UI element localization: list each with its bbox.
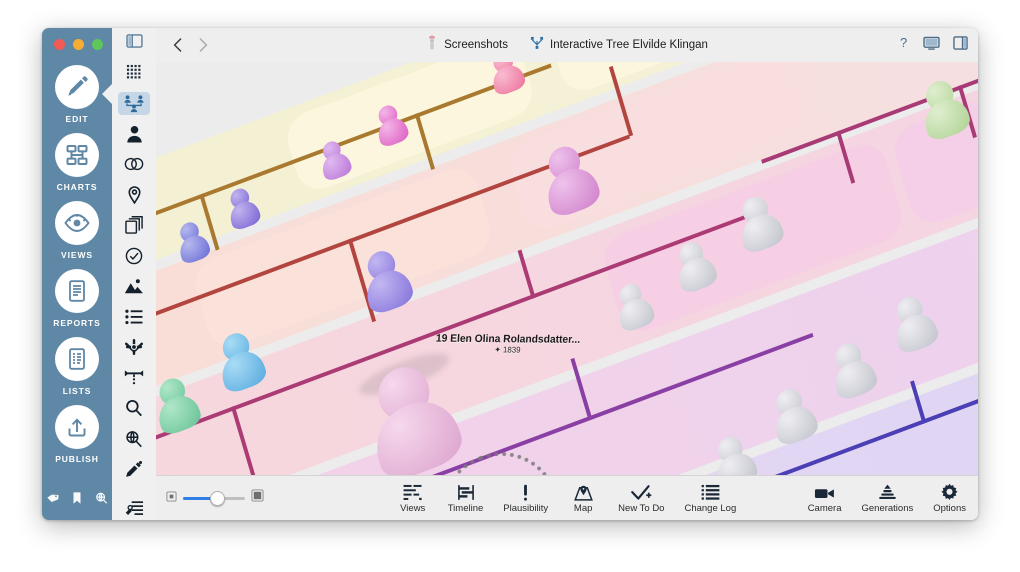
views-icon xyxy=(403,482,423,501)
tool-label: Views xyxy=(400,503,426,514)
tool-label: Options xyxy=(933,503,966,514)
tool-label: Camera xyxy=(807,503,842,514)
breadcrumb-label: Screenshots xyxy=(444,39,509,51)
sidebar-item-lists[interactable]: LISTS xyxy=(42,332,112,400)
person-icon[interactable] xyxy=(118,123,150,146)
new-todo-button[interactable]: New To Do xyxy=(618,482,664,514)
generations-button[interactable]: Generations xyxy=(861,482,913,514)
bottom-tools-right: Camera Generations Options xyxy=(808,482,966,514)
document-icon xyxy=(55,268,99,313)
breadcrumb-item-screenshots[interactable]: Screenshots xyxy=(426,35,508,55)
sidebar-item-label: EDIT xyxy=(65,113,89,124)
tree-stage: 1754 - 1778 1806 1822 - 1845 1877 1920 -… xyxy=(156,62,978,476)
sidebar-item-publish[interactable]: PUBLISH xyxy=(42,400,112,468)
top-toolbar: Screenshots Interactive Tree Elvilde Kli… xyxy=(156,28,978,63)
zoom-window-button[interactable] xyxy=(92,39,103,50)
task-check-icon[interactable] xyxy=(118,245,150,268)
inspector-icon[interactable] xyxy=(953,35,968,55)
tool-label: Plausibility xyxy=(503,503,549,514)
list-icon[interactable] xyxy=(118,306,150,329)
sidebar-item-label: LISTS xyxy=(62,385,92,396)
chart-icon xyxy=(55,132,99,177)
sidebar-item-charts[interactable]: CHARTS xyxy=(42,128,112,196)
icon-strip xyxy=(112,28,157,520)
sidebar-item-label: CHARTS xyxy=(56,181,98,192)
dna-icon[interactable] xyxy=(118,336,150,359)
screenshots-icon xyxy=(426,35,438,55)
camera-button[interactable]: Camera xyxy=(807,482,842,514)
timeline-button[interactable]: Timeline xyxy=(447,482,484,514)
eye-icon xyxy=(55,200,99,245)
sidebar-items: EDIT CHARTS VIEWS REPORTS LISTS PUBLISH xyxy=(42,60,112,468)
close-window-button[interactable] xyxy=(54,39,65,50)
sidebar-item-label: REPORTS xyxy=(53,317,101,328)
grid-icon[interactable] xyxy=(118,62,150,85)
web-search-icon[interactable] xyxy=(118,428,150,451)
family-tree-icon[interactable] xyxy=(118,92,150,115)
sidebar-toggle-icon[interactable] xyxy=(112,28,156,54)
content-pane: Screenshots Interactive Tree Elvilde Kli… xyxy=(156,28,978,520)
pen-nib-icon[interactable] xyxy=(118,458,150,481)
sources-icon[interactable] xyxy=(118,214,150,237)
svg-text:?: ? xyxy=(900,35,907,50)
app-window: EDIT CHARTS VIEWS REPORTS LISTS PUBLISH … xyxy=(42,28,978,520)
tool-label: Change Log xyxy=(684,503,737,514)
camera-icon xyxy=(814,482,835,501)
relations-icon[interactable] xyxy=(118,367,150,390)
tool-label: Map xyxy=(573,503,593,514)
presentation-icon[interactable] xyxy=(923,36,940,55)
search-icon[interactable] xyxy=(118,397,150,420)
tree-canvas[interactable]: 1754 - 1778 1806 1822 - 1845 1877 1920 -… xyxy=(156,62,978,476)
navigation-arrows xyxy=(166,34,214,56)
sidebar-item-edit[interactable]: EDIT xyxy=(42,60,112,128)
pencil-icon xyxy=(55,64,99,109)
tree-plane: 1754 - 1778 1806 1822 - 1845 1877 1920 -… xyxy=(156,62,978,476)
search-globe-icon[interactable] xyxy=(94,491,109,510)
traffic-lights xyxy=(54,39,103,50)
plausibility-button[interactable]: Plausibility xyxy=(503,482,548,514)
plausibility-icon xyxy=(521,482,530,501)
new-todo-icon xyxy=(630,482,652,501)
breadcrumb-item-interactive-tree[interactable]: Interactive Tree Elvilde Klingan xyxy=(530,36,708,55)
bottom-toolbar: Views Timeline Plausibility Map New To D… xyxy=(156,475,978,520)
sidebar-item-label: VIEWS xyxy=(61,249,93,260)
screenshot-root: EDIT CHARTS VIEWS REPORTS LISTS PUBLISH … xyxy=(0,0,1020,572)
rings-icon[interactable] xyxy=(118,153,150,176)
forward-button[interactable] xyxy=(192,34,214,56)
map-button[interactable]: Map xyxy=(568,482,598,514)
minimize-window-button[interactable] xyxy=(73,39,84,50)
tool-label: Timeline xyxy=(447,503,484,514)
main-sidebar: EDIT CHARTS VIEWS REPORTS LISTS PUBLISH xyxy=(42,28,112,520)
tool-label: New To Do xyxy=(618,503,665,514)
person-label: 19 Elen Olina Rolandsdatter... ✦ 1839 xyxy=(435,332,581,355)
sidebar-item-label: PUBLISH xyxy=(55,453,99,464)
bookmark-icon[interactable] xyxy=(71,491,83,510)
sidebar-bottom-icons xyxy=(42,491,112,510)
map-icon xyxy=(573,482,593,501)
views-button[interactable]: Views xyxy=(398,482,428,514)
options-button[interactable]: Options xyxy=(933,482,966,514)
sidebar-item-views[interactable]: VIEWS xyxy=(42,196,112,264)
generations-icon xyxy=(878,482,897,501)
place-pin-icon[interactable] xyxy=(118,184,150,207)
interactive-tree-icon xyxy=(530,36,544,55)
change-log-icon xyxy=(701,482,720,501)
back-button[interactable] xyxy=(166,34,188,56)
tag-icon[interactable] xyxy=(46,491,60,510)
breadcrumb-label: Interactive Tree Elvilde Klingan xyxy=(550,39,708,51)
tool-label: Generations xyxy=(861,503,914,514)
options-gear-icon xyxy=(940,482,959,501)
list-icon xyxy=(55,336,99,381)
timeline-icon xyxy=(456,482,476,501)
media-icon[interactable] xyxy=(118,275,150,298)
topbar-right-actions: ? xyxy=(899,35,968,55)
breadcrumb: Screenshots Interactive Tree Elvilde Kli… xyxy=(156,35,978,55)
change-log-button[interactable]: Change Log xyxy=(684,482,736,514)
research-log-icon[interactable] xyxy=(118,498,150,521)
sidebar-item-reports[interactable]: REPORTS xyxy=(42,264,112,332)
help-icon[interactable]: ? xyxy=(899,35,910,55)
upload-icon xyxy=(55,404,99,449)
